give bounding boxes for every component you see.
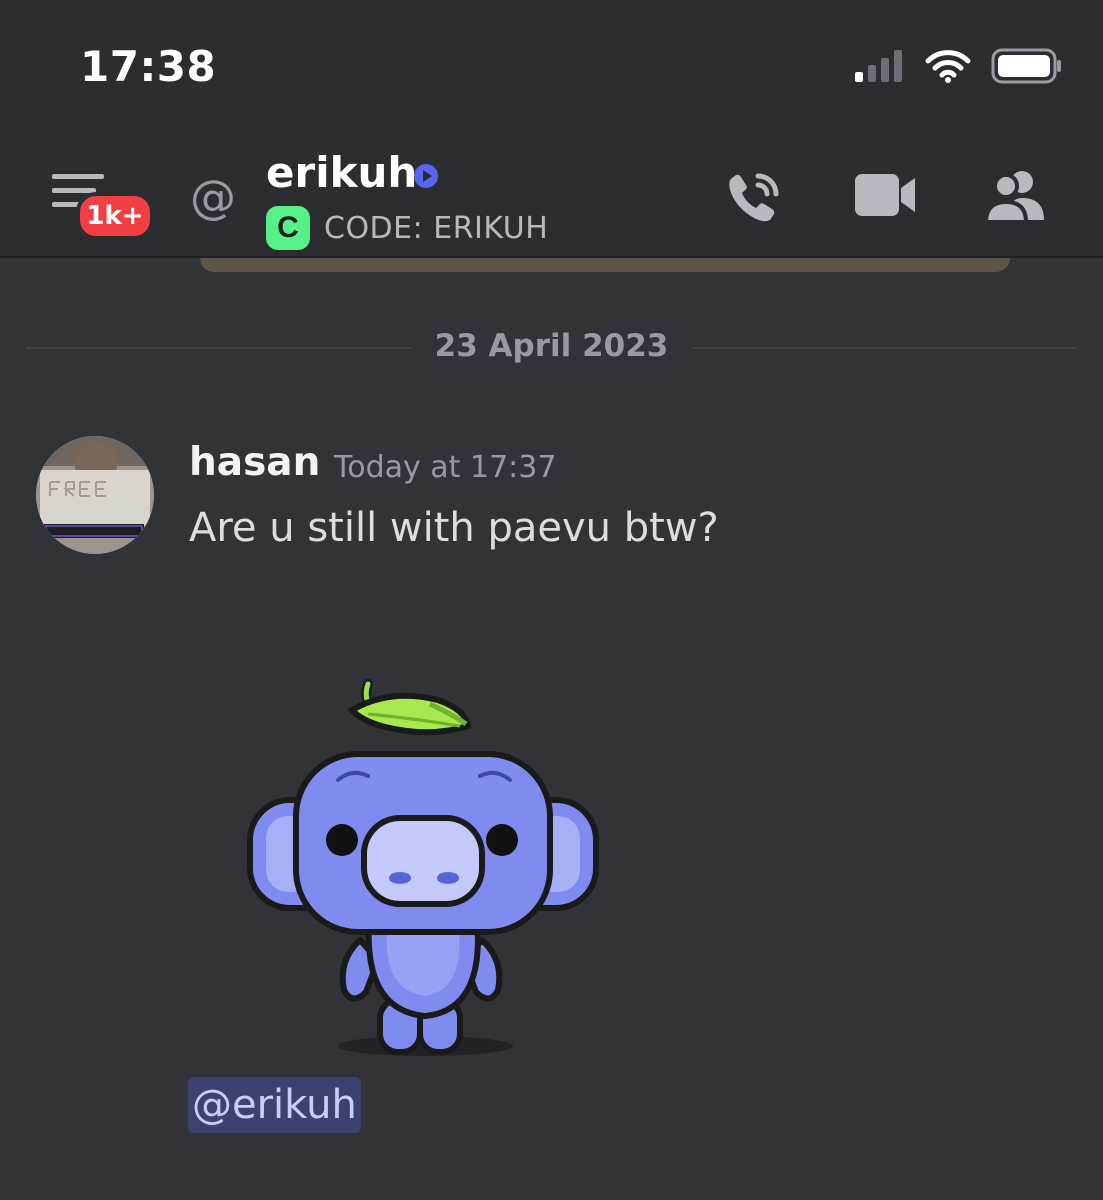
status-logo-icon: C	[266, 206, 310, 250]
wifi-icon	[925, 50, 971, 83]
menu-button[interactable]: 1k+	[52, 170, 154, 240]
custom-status: C CODE: ERIKUH	[266, 206, 548, 250]
channel-title[interactable]: erikuh	[266, 148, 417, 197]
video-icon[interactable]	[855, 172, 917, 218]
message-timestamp: Today at 17:37	[334, 450, 557, 485]
message-username[interactable]: hasan	[189, 440, 320, 485]
members-icon[interactable]	[984, 168, 1046, 224]
status-text: CODE: ERIKUH	[324, 210, 549, 246]
status-time: 17:38	[80, 42, 217, 91]
status-icons	[855, 48, 1063, 84]
user-mention[interactable]: @erikuh	[188, 1077, 361, 1133]
avatar[interactable]	[36, 436, 154, 554]
at-icon: @	[190, 170, 236, 224]
signal-icon	[855, 50, 902, 82]
status-bar: 17:38	[0, 0, 1103, 130]
wumpus-sticker[interactable]	[230, 660, 620, 1070]
avatar-image	[36, 436, 154, 554]
battery-icon	[991, 48, 1061, 84]
previous-embed-image[interactable]	[200, 258, 1010, 272]
date-divider-label: 23 April 2023	[410, 328, 693, 364]
unread-badge: 1k+	[76, 192, 154, 240]
nitro-icon	[414, 164, 438, 188]
message-text: Are u still with paevu btw?	[189, 505, 719, 551]
channel-header: 1k+ @ erikuh C CODE: ERIKUH	[0, 130, 1103, 258]
call-icon[interactable]	[724, 168, 784, 228]
